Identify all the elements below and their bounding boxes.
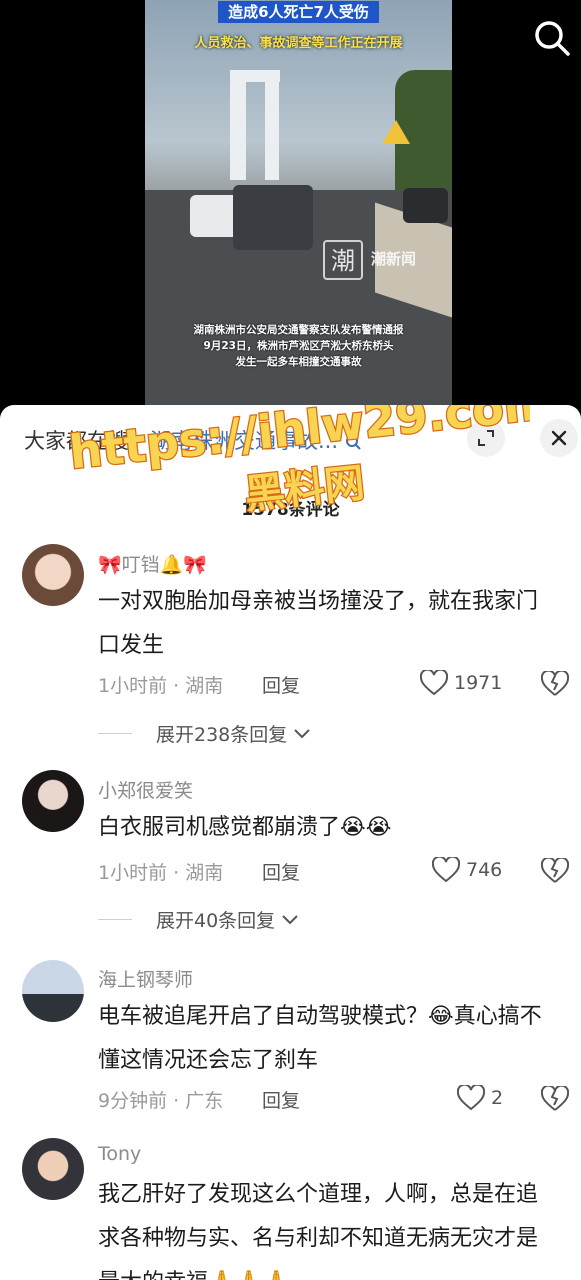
close-icon [551,430,567,446]
video-caption-line-3: 发生一起多车相撞交通事故 [235,356,362,368]
like-count: 746 [466,859,503,881]
broken-heart-icon [540,856,570,883]
video-caption-line-2: 9月23日，株洲市芦淞区芦淞大桥东桥头 [203,340,394,352]
like-button[interactable]: 1971 [420,670,502,696]
video-subheadline: 人员救治、事故调查等工作正在开展 [194,36,403,51]
trending-search-prefix: 大家都在搜： [24,429,150,453]
bridge-tower [265,70,279,180]
bridge-beam [230,70,280,82]
divider [98,919,132,920]
dislike-button[interactable] [540,1084,570,1114]
search-small-icon [345,435,361,450]
comment-username[interactable]: 🎀叮铛🔔🎀 [98,550,207,577]
comment-meta: 1小时前 · 湖南 [98,675,224,697]
comment-text[interactable]: 一对双胞胎加母亲被当场撞没了，就在我家门口发生 [98,580,558,668]
comment-meta: 1小时前 · 湖南 [98,862,224,884]
like-button[interactable]: 2 [457,1085,503,1111]
comment-meta: 9分钟前 · 广东 [98,1090,224,1112]
avatar[interactable] [22,770,84,832]
reply-button[interactable]: 回复 [262,671,300,698]
video-frame: 造成6人死亡7人受伤 人员救治、事故调查等工作正在开展 潮 潮新闻 湖南株洲市公… [145,0,452,405]
expand-icon [478,430,494,446]
news-logo: 潮 潮新闻 [323,240,423,280]
chevron-down-icon [282,914,298,924]
comment-text[interactable]: 我乙肝好了发现这么个道理，人啊，总是在追求各种物与实、名与利却不知道无病无灾才是… [98,1173,558,1280]
dislike-button[interactable] [540,856,570,886]
expand-replies[interactable]: 展开238条回复 [98,720,311,747]
logo-text: 潮新闻 [371,250,417,268]
expand-replies-label: 展开238条回复 [156,724,288,746]
comment-username[interactable]: 海上钢琴师 [98,965,193,992]
expand-replies-label: 展开40条回复 [156,910,276,932]
warning-sign [382,120,410,144]
video-caption-line-1: 湖南株洲市公安局交通警察支队发布警情通报 [193,324,404,336]
comment-username[interactable]: 小郑很爱笑 [98,776,193,803]
chevron-down-icon [294,728,310,738]
avatar[interactable] [22,1138,84,1200]
trending-search[interactable]: 大家都在搜：湖南株洲交通事故... [24,425,361,455]
video-headline-text: 造成6人死亡7人受伤 [218,1,379,23]
trending-search-suffix: ... [318,429,339,453]
expand-replies[interactable]: 展开40条回复 [98,906,299,933]
like-count: 1971 [454,672,503,694]
comment-text[interactable]: 电车被追尾开启了自动驾驶模式？😂真心搞不懂这情况还会忘了刹车 [98,995,558,1083]
search-icon [535,21,570,56]
comment-username[interactable]: Tony [98,1143,141,1165]
broken-heart-icon [540,669,570,696]
grey-suv [233,185,313,250]
broken-heart-icon [540,1084,570,1111]
avatar[interactable] [22,960,84,1022]
bridge-tower [230,70,246,180]
like-count: 2 [491,1087,504,1109]
heart-icon [420,670,448,696]
like-button[interactable]: 746 [432,857,502,883]
avatar[interactable] [22,544,84,606]
heart-icon [457,1085,485,1111]
comment-sheet: 大家都在搜：湖南株洲交通事故... 1578条评论 🎀叮铛🔔🎀 一对双胞胎加母亲… [0,405,581,1280]
search-button[interactable] [532,18,572,58]
trending-search-query[interactable]: 湖南株洲交通事故 [150,429,318,453]
distant-car [403,188,448,223]
reply-button[interactable]: 回复 [262,1086,300,1113]
video-player[interactable]: 造成6人死亡7人受伤 人员救治、事故调查等工作正在开展 潮 潮新闻 湖南株洲市公… [0,0,581,410]
video-headline: 造成6人死亡7人受伤 [145,0,452,24]
comment-text[interactable]: 白衣服司机感觉都崩溃了😭😭 [98,806,558,850]
close-button[interactable] [540,419,578,457]
heart-icon [432,857,460,883]
comment-count: 1578条评论 [241,500,340,520]
logo-mark: 潮 [323,240,363,280]
divider [98,733,132,734]
dislike-button[interactable] [540,669,570,699]
fullscreen-button[interactable] [467,419,505,457]
reply-button[interactable]: 回复 [262,858,300,885]
